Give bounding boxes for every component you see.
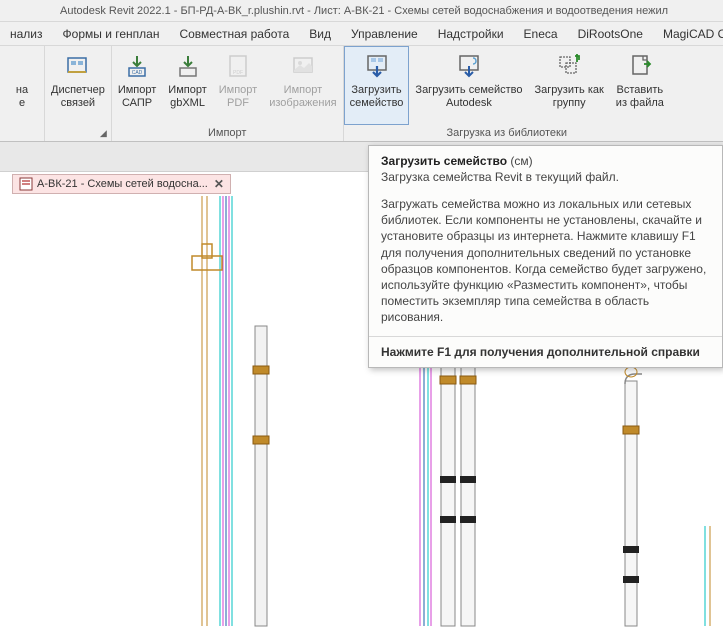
close-tab-icon[interactable]: ✕ (214, 177, 224, 191)
ribbon-label: PDF (227, 97, 249, 110)
document-tab[interactable]: А-ВК-21 - Схемы сетей водосна... ✕ (12, 174, 231, 194)
import-cad-button[interactable]: CAD Импорт САПР (112, 46, 162, 125)
import-gbxml-button[interactable]: Импорт gbXML (162, 46, 212, 125)
ribbon-group-label: ◢ (45, 125, 111, 141)
dispatcher-links-button[interactable]: Диспетчер связей (45, 46, 111, 125)
ribbon-label: группу (553, 97, 586, 110)
ribbon-group-partial: на е (0, 46, 45, 141)
import-image-button: Импорт изображения (263, 46, 342, 125)
import-pdf-button: PDF Импорт PDF (213, 46, 263, 125)
ribbon-group-label (0, 125, 44, 141)
ribbon-group-library-label: Загрузка из библиотеки (344, 125, 670, 141)
svg-text:CAD: CAD (132, 70, 143, 76)
ribbon-label: Импорт (284, 84, 322, 97)
menu-eneca[interactable]: Eneca (514, 24, 568, 44)
menu-bar: нализ Формы и генплан Совместная работа … (0, 22, 723, 46)
tooltip-title: Загрузить семейство (см) (369, 146, 722, 170)
ribbon-label: е (19, 97, 25, 110)
ribbon-label: Диспетчер (51, 84, 105, 97)
ribbon-label: Autodesk (446, 97, 492, 110)
sheet-icon (19, 177, 33, 191)
tooltip-desc: Загрузка семейства Revit в текущий файл. (369, 170, 722, 192)
insert-file-icon (624, 50, 656, 82)
ribbon-label: связей (61, 97, 95, 110)
tooltip-footer: Нажмите F1 для получения дополнительной … (369, 337, 722, 367)
tooltip-title-suffix: (см) (507, 154, 533, 168)
ribbon-label: Импорт (168, 84, 206, 97)
ribbon-label: на (16, 84, 28, 97)
ribbon-group-library: Загрузить семейство Загрузить семейство … (344, 46, 670, 141)
import-gbxml-icon (172, 50, 204, 82)
import-image-icon (287, 50, 319, 82)
menu-analysis[interactable]: нализ (0, 24, 53, 44)
load-family-icon (361, 50, 393, 82)
ribbon: на е Диспетчер связей ◢ CAD Импорт (0, 46, 723, 142)
partial-icon (6, 50, 38, 82)
ribbon-label: gbXML (170, 97, 205, 110)
import-cad-icon: CAD (121, 50, 153, 82)
ribbon-group-links: Диспетчер связей ◢ (45, 46, 112, 141)
ribbon-btn-partial[interactable]: на е (0, 46, 44, 125)
tooltip: Загрузить семейство (см) Загрузка семейс… (368, 145, 723, 368)
ribbon-group-import: CAD Импорт САПР Импорт gbXML PDF Импорт … (112, 46, 344, 141)
insert-from-file-button[interactable]: Вставить из файла (610, 46, 670, 125)
menu-addins[interactable]: Надстройки (428, 24, 514, 44)
menu-view[interactable]: Вид (299, 24, 341, 44)
menu-magicad[interactable]: MagiCAD Общ (653, 24, 723, 44)
menu-diroots[interactable]: DiRootsOne (568, 24, 653, 44)
load-autodesk-family-button[interactable]: Загрузить семейство Autodesk (409, 46, 528, 125)
menu-manage[interactable]: Управление (341, 24, 428, 44)
menu-forms[interactable]: Формы и генплан (53, 24, 170, 44)
document-tab-label: А-ВК-21 - Схемы сетей водосна... (37, 178, 208, 190)
tooltip-body: Загружать семейства можно из локальных и… (369, 192, 722, 336)
load-autodesk-icon (453, 50, 485, 82)
ribbon-label: изображения (269, 97, 336, 110)
load-group-icon (553, 50, 585, 82)
ribbon-label: Импорт (219, 84, 257, 97)
menu-collab[interactable]: Совместная работа (169, 24, 299, 44)
svg-text:PDF: PDF (233, 70, 243, 76)
launcher-arrow-icon[interactable]: ◢ (100, 128, 107, 139)
ribbon-label: Вставить (617, 84, 664, 97)
title-bar: Autodesk Revit 2022.1 - БП-РД-А-ВК_r.plu… (0, 0, 723, 22)
ribbon-label: семейство (350, 97, 404, 110)
ribbon-label: Загрузить как (535, 84, 604, 97)
ribbon-label: Загрузить семейство (415, 84, 522, 97)
load-family-button[interactable]: Загрузить семейство (344, 46, 410, 125)
import-pdf-icon: PDF (222, 50, 254, 82)
load-as-group-button[interactable]: Загрузить как группу (529, 46, 610, 125)
tooltip-title-bold: Загрузить семейство (381, 154, 507, 168)
ribbon-label: Загрузить (351, 84, 401, 97)
ribbon-label: САПР (122, 97, 152, 110)
window-title: Autodesk Revit 2022.1 - БП-РД-А-ВК_r.plu… (60, 5, 668, 17)
ribbon-label: Импорт (118, 84, 156, 97)
ribbon-group-import-label: Импорт (112, 125, 343, 141)
ribbon-label: из файла (616, 97, 664, 110)
dispatcher-icon (62, 50, 94, 82)
